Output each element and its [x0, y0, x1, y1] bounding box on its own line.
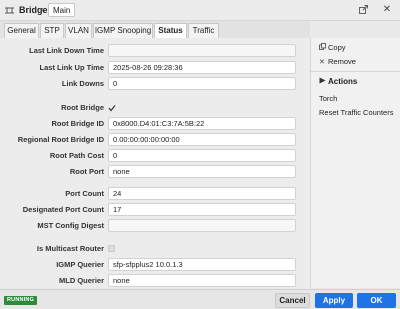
link-downs-label: Link Downs — [61, 79, 104, 88]
tab-bar: General STP VLAN IGMP Snooping Status Tr… — [0, 21, 310, 39]
last-link-up-time-label: Last Link Up Time — [39, 63, 104, 72]
root-path-cost-label: Root Path Cost — [49, 151, 104, 160]
port-count-label: Port Count — [65, 189, 104, 198]
reset-traffic-counters-button[interactable]: Reset Traffic Counters — [319, 108, 393, 117]
copy-label: Copy — [328, 43, 346, 52]
tab-status[interactable]: Status — [154, 23, 187, 39]
igmp-querier-field: sfp-sfpplus2 10.0.1.3 — [108, 258, 296, 271]
last-link-up-time-field: 2025-08-26 09:28:36 — [108, 61, 296, 74]
status-form: Last Link Down Time Last Link Up Time 20… — [0, 38, 310, 288]
status-badge: RUNNING — [4, 296, 38, 305]
tab-igmp-snooping[interactable]: IGMP Snooping — [93, 23, 153, 38]
root-bridge-id-label: Root Bridge ID — [51, 119, 105, 128]
designated-port-count-label: Designated Port Count — [22, 205, 104, 214]
regional-root-bridge-id-field: 0.00:00:00:00:00:00 — [108, 133, 296, 146]
cancel-button[interactable]: Cancel — [275, 293, 310, 308]
actions-heading: Actions — [319, 77, 357, 86]
root-path-cost-field: 0 — [108, 149, 296, 162]
remove-label: Remove — [328, 57, 356, 66]
root-bridge-id-field: 0x8000.D4:01:C3:7A:5B:22 — [108, 117, 296, 130]
designated-port-count-field: 17 — [108, 203, 296, 216]
copy-icon — [319, 43, 328, 52]
root-bridge-label: Root Bridge — [61, 103, 104, 112]
title-bar: Bridge › Main ✕ — [0, 0, 400, 21]
chevron-right-icon: › — [41, 4, 44, 14]
tab-traffic[interactable]: Traffic — [188, 23, 219, 38]
mst-config-digest-field — [108, 219, 296, 232]
remove-x-icon: ✕ — [319, 59, 325, 66]
actions-icon — [319, 77, 328, 86]
torch-button[interactable]: Torch — [319, 94, 337, 103]
root-port-label: Root Port — [69, 167, 104, 176]
is-multicast-router-checkbox — [108, 245, 115, 252]
actions-heading-text: Actions — [328, 77, 358, 86]
mld-querier-label: MLD Querier — [58, 276, 104, 285]
tab-general[interactable]: General — [4, 23, 39, 38]
link-downs-field: 0 — [108, 77, 296, 90]
regional-root-bridge-id-label: Regional Root Bridge ID — [17, 135, 104, 144]
bottom-bar: RUNNING Cancel Apply OK — [0, 289, 400, 309]
remove-button[interactable]: ✕ Remove — [319, 57, 356, 66]
side-panel: Copy ✕ Remove Actions Torch Reset Traffic… — [310, 38, 400, 288]
copy-button[interactable]: Copy — [319, 43, 346, 52]
open-external-icon[interactable] — [356, 3, 370, 17]
tab-stp[interactable]: STP — [40, 23, 64, 38]
root-port-field: none — [108, 165, 296, 178]
apply-button[interactable]: Apply — [315, 293, 353, 308]
last-link-down-time-label: Last Link Down Time — [29, 46, 104, 55]
port-count-field: 24 — [108, 187, 296, 200]
mld-querier-field: none — [108, 274, 296, 287]
breadcrumb-main[interactable]: Main — [48, 3, 76, 17]
close-icon[interactable]: ✕ — [380, 3, 394, 17]
tab-vlan[interactable]: VLAN — [65, 23, 92, 38]
bridge-icon — [4, 5, 15, 16]
last-link-down-time-field — [108, 44, 296, 57]
checkmark-icon — [108, 104, 116, 112]
ok-button[interactable]: OK — [357, 293, 396, 308]
side-divider — [311, 71, 400, 72]
is-multicast-router-label: Is Multicast Router — [36, 244, 104, 253]
mst-config-digest-label: MST Config Digest — [37, 221, 104, 230]
igmp-querier-label: IGMP Querier — [56, 260, 104, 269]
